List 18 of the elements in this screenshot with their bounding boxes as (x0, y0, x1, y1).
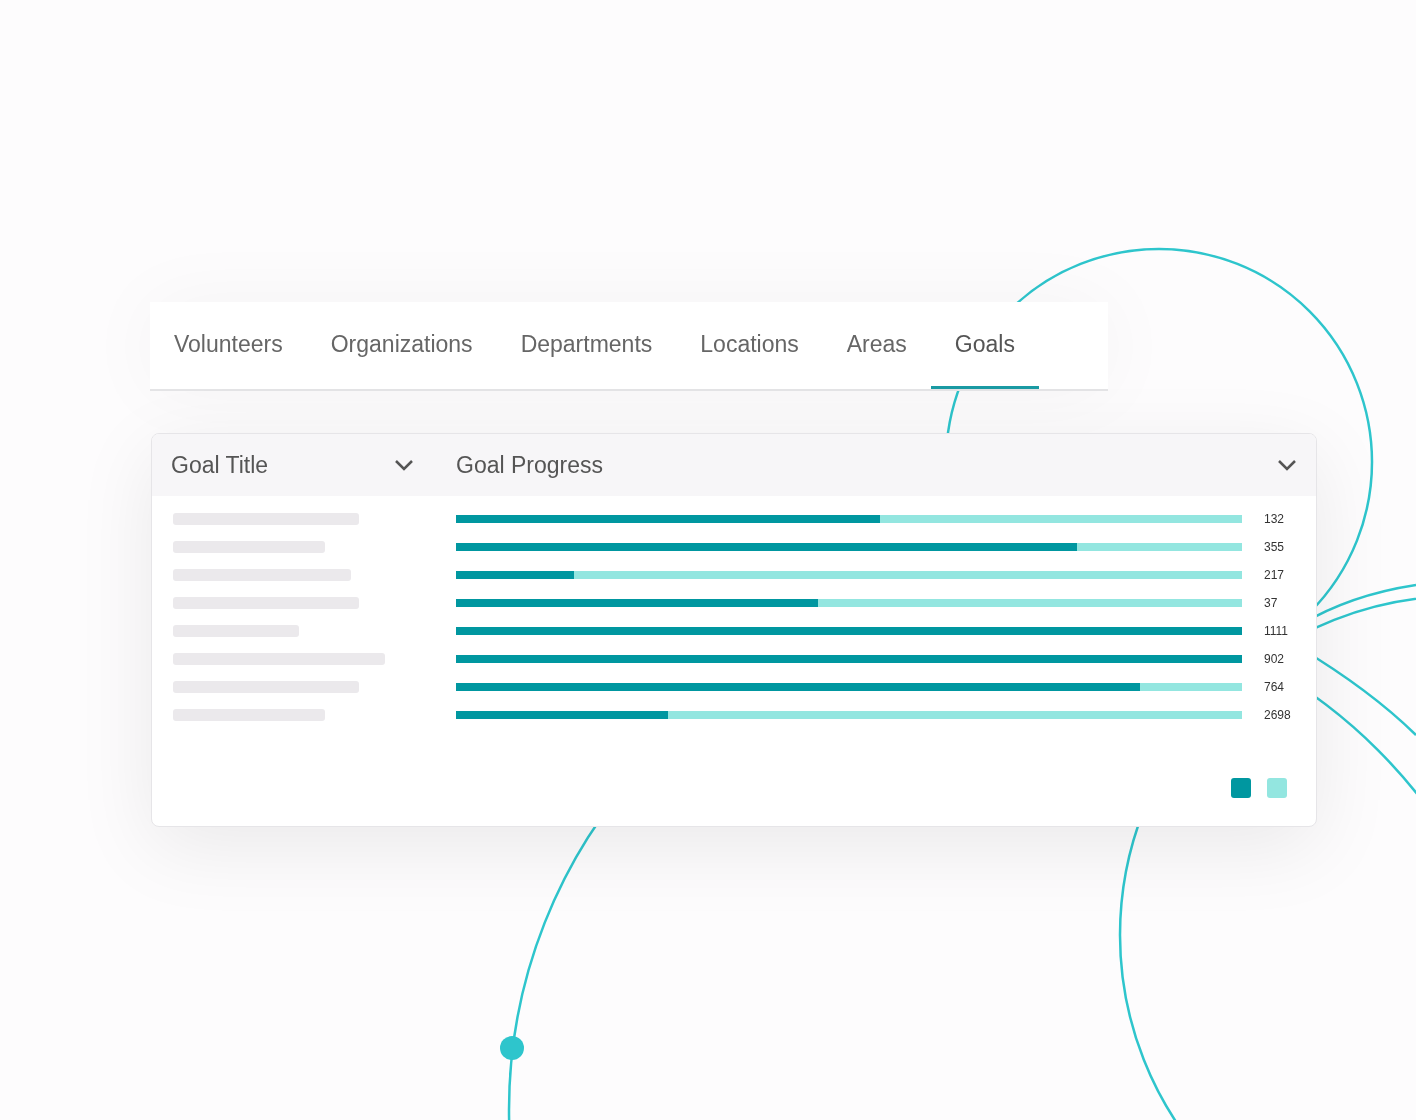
count-label: 764 (1264, 679, 1285, 696)
count-label: 1111 (1264, 623, 1289, 640)
count-label: 132 (1264, 511, 1285, 528)
tab[interactable]: Volunteers (150, 302, 307, 389)
chevron-down-icon[interactable] (1276, 458, 1298, 472)
column-heading: Goal Progress (456, 450, 603, 480)
column-heading: Goal Title (171, 450, 269, 480)
tab[interactable]: Locations (676, 302, 823, 389)
count-label: 902 (1264, 651, 1285, 668)
count-label: 217 (1264, 567, 1285, 584)
tab[interactable]: Organizations (306, 302, 497, 389)
chevron-down-icon[interactable] (393, 458, 415, 472)
tab[interactable]: Areas (822, 302, 931, 389)
tab[interactable]: Departments (496, 302, 677, 389)
count-label: 37 (1264, 595, 1278, 612)
count-label: 355 (1264, 539, 1285, 556)
count-label: 2698 (1264, 707, 1291, 724)
tab[interactable]: Goals (930, 302, 1039, 389)
